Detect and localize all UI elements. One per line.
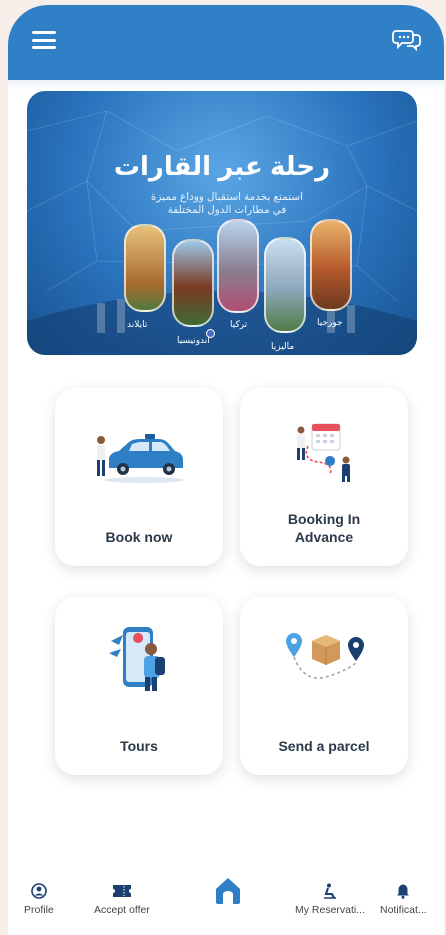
- destination-malaysia: [264, 237, 306, 333]
- promo-banner[interactable]: رحلة عبر القارات استمتع بخدمة استقبال وو…: [27, 91, 417, 355]
- banner-title: رحلة عبر القارات: [113, 151, 331, 181]
- nav-my-reservations[interactable]: My Reservati...: [295, 883, 365, 916]
- bell-icon: [397, 884, 410, 899]
- nav-profile-label: Profile: [24, 904, 54, 916]
- seat-reservation-icon: [324, 883, 336, 899]
- nav-notifications[interactable]: Notificat...: [380, 883, 427, 916]
- book-now-label: Book now: [105, 529, 173, 545]
- header-divider: [8, 80, 444, 90]
- nav-my-reservations-label: My Reservati...: [295, 904, 366, 916]
- chat-bubbles-icon[interactable]: [392, 25, 422, 53]
- parcel-route-icon: [286, 633, 364, 679]
- banner-subtitle: استمتع بخدمة استقبال ووداع مميزة في مطار…: [150, 191, 304, 216]
- tours-label: Tours: [120, 738, 158, 754]
- ticket-icon: [112, 885, 131, 897]
- taxi-car-icon: [97, 434, 184, 483]
- destination-georgia: [310, 219, 352, 311]
- tours-card[interactable]: Tours: [55, 597, 223, 775]
- destination-turkey: [217, 219, 259, 313]
- nav-accept-offer[interactable]: Accept offer: [94, 883, 150, 916]
- booking-in-advance-label: Booking In Advance: [287, 511, 361, 545]
- home-icon[interactable]: [211, 873, 245, 907]
- destination-label: اندونيسيا: [177, 335, 210, 345]
- tour-guide-phone-icon: [109, 627, 165, 691]
- destination-label: تركيا: [230, 319, 248, 329]
- destination-label: ماليزيا: [271, 341, 295, 351]
- booking-in-advance-card[interactable]: Booking In Advance: [240, 388, 408, 566]
- book-now-card[interactable]: Book now: [55, 388, 223, 566]
- send-a-parcel-label: Send a parcel: [278, 738, 370, 754]
- app-screen: رحلة عبر القارات استمتع بخدمة استقبال وو…: [8, 5, 444, 935]
- destination-thailand: [124, 224, 166, 312]
- send-a-parcel-card[interactable]: Send a parcel: [240, 597, 408, 775]
- bottom-navigation: Profile Accept offer My Reservati... Not…: [8, 863, 444, 935]
- carousel-indicator: [206, 329, 215, 338]
- destination-label: جورجيا: [317, 317, 343, 327]
- nav-notifications-label: Notificat...: [380, 904, 427, 916]
- calendar-route-icon: [297, 423, 350, 482]
- destination-indonesia: [172, 239, 214, 327]
- nav-accept-offer-label: Accept offer: [94, 904, 150, 916]
- top-app-bar: [8, 5, 444, 80]
- destination-label: تايلاند: [127, 319, 148, 329]
- profile-icon: [31, 883, 47, 899]
- hamburger-menu-icon[interactable]: [32, 31, 56, 49]
- nav-profile[interactable]: Profile: [24, 883, 54, 916]
